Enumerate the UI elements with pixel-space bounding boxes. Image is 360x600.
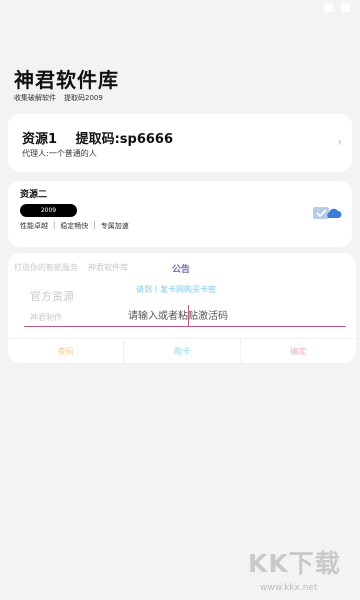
- dialog-button-row: 查码 购卡 确定: [8, 338, 356, 363]
- feature-item: 性能卓越: [20, 222, 48, 230]
- subtitle-item: 收集破解软件: [14, 94, 56, 102]
- subtitle-item: 提取码2009: [64, 94, 103, 102]
- feature-separator: |: [53, 221, 56, 229]
- background-text: 神君软件库: [88, 263, 128, 272]
- resource-2-features: 性能卓越 | 稳定畅快 | 专属加速: [20, 221, 129, 231]
- resource-card-1[interactable]: 资源1 提取码:sp6666 代理人:一个普通的人 ›: [8, 114, 352, 172]
- resource-card-2[interactable]: 资源二 2009 性能卓越 | 稳定畅快 | 专属加速: [8, 181, 352, 247]
- resource-2-title: 资源二: [20, 190, 48, 200]
- activation-dialog: 打造你的智能服务 神君软件库 公告 官方资源 请到丨发卡网购买卡密 神君制作 查…: [8, 253, 356, 363]
- activation-code-input[interactable]: [128, 308, 328, 324]
- resource-1-heading: 资源1 提取码:sp6666: [22, 128, 173, 147]
- background-text: 打造你的智能服务: [14, 263, 78, 272]
- official-resource-label: 官方资源: [30, 290, 74, 303]
- query-code-button[interactable]: 查码: [8, 339, 123, 363]
- watermark: KK下载 www.kkx.net: [248, 544, 360, 600]
- status-bar: [0, 0, 360, 18]
- watermark-url: www.kkx.net: [260, 583, 318, 593]
- resource-2-badge: 2009: [20, 204, 77, 217]
- input-underline: [24, 326, 346, 327]
- confirm-button[interactable]: 确定: [239, 339, 356, 363]
- watermark-logo: KK下载: [248, 549, 341, 578]
- notice-title: 公告: [172, 265, 191, 275]
- resource-1-agent: 代理人:一个普通的人: [22, 149, 97, 158]
- wifi-icon: [324, 3, 333, 12]
- cloud-check-icon: [313, 207, 342, 219]
- resource-1-title: 资源1: [22, 132, 58, 147]
- battery-icon: [341, 3, 350, 12]
- page-title: 神君软件库: [14, 68, 119, 92]
- chevron-right-icon: ›: [337, 135, 342, 149]
- feature-item: 稳定畅快: [60, 222, 89, 230]
- notice-text: 请到丨发卡网购买卡密: [136, 285, 216, 294]
- dialog-background-row: 打造你的智能服务 神君软件库: [14, 262, 128, 273]
- text-cursor: [188, 305, 189, 327]
- feature-separator: |: [93, 221, 96, 229]
- made-by-label: 神君制作: [30, 313, 62, 322]
- resource-1-code: 提取码:sp6666: [75, 132, 174, 147]
- feature-item: 专属加速: [100, 222, 129, 230]
- buy-card-button[interactable]: 购卡: [123, 339, 239, 363]
- subtitle-row: 收集破解软件 提取码2009: [14, 93, 103, 103]
